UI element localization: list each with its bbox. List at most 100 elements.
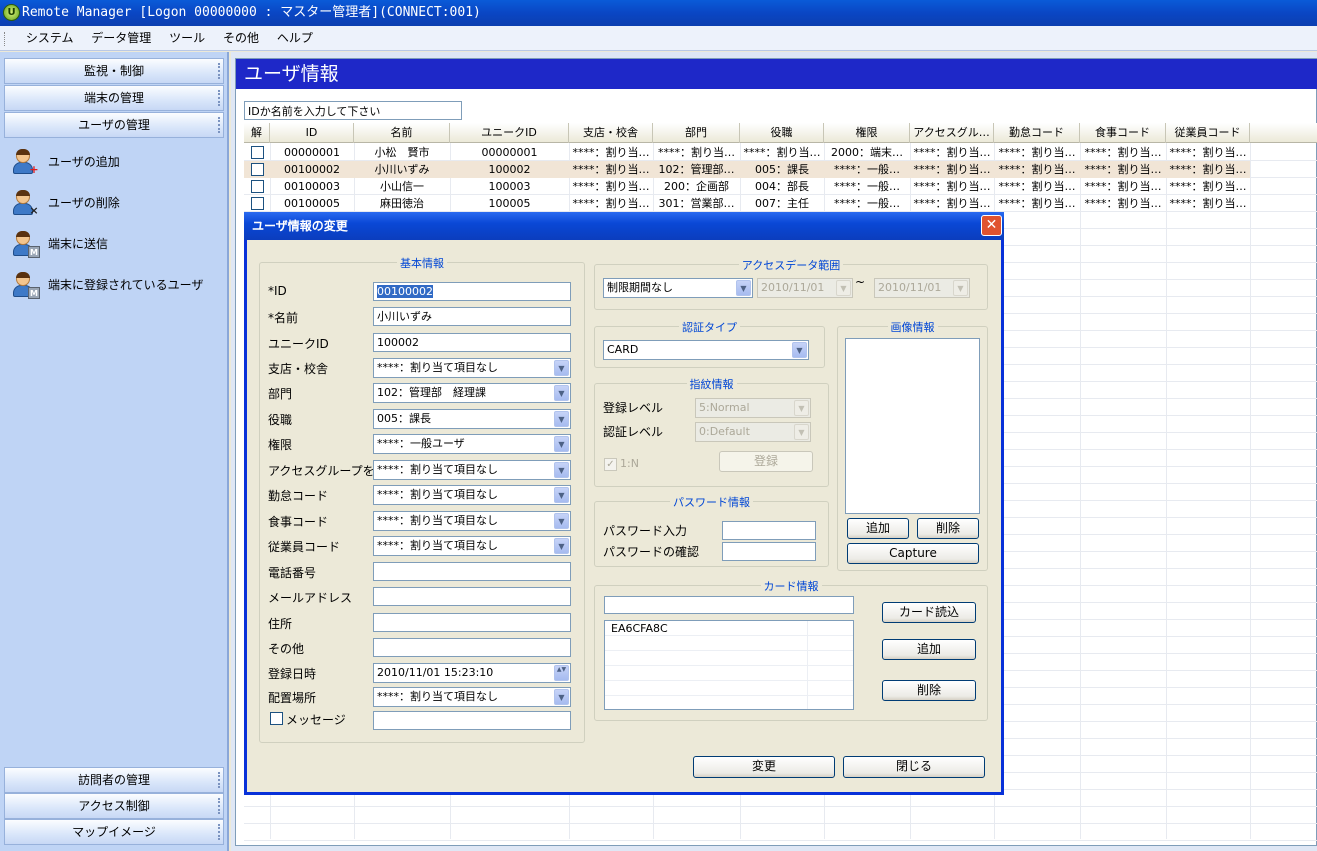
password-confirm-input[interactable] — [722, 542, 816, 561]
access-range-from-select[interactable]: 2010/11/01 ▼ — [757, 278, 853, 298]
field-input[interactable]: 小川いずみ — [373, 307, 571, 326]
column-header[interactable]: 役職 — [740, 123, 824, 143]
table-cell: ****：割り当… — [998, 180, 1076, 193]
message-field[interactable] — [373, 711, 571, 730]
chevron-down-icon: ▼ — [794, 400, 809, 416]
card-add-button[interactable]: 追加 — [882, 639, 976, 660]
column-header[interactable]: 権限 — [824, 123, 910, 143]
chevron-down-icon: ▼ — [953, 280, 968, 296]
card-read-button[interactable]: カード読込 — [882, 602, 976, 623]
register-level-select[interactable]: 5:Normal ▼ — [695, 398, 811, 418]
card-delete-button[interactable]: 削除 — [882, 680, 976, 701]
table-header: 解 ID 名前 ユニークID 支店・校舎 部門 役職 権限 アクセスグル… 勤怠コード 食事コード従… — [244, 123, 1317, 143]
field-label: ユニークID — [268, 337, 329, 351]
user-photo-box — [845, 338, 980, 514]
search-input[interactable] — [244, 101, 462, 120]
field-select[interactable]: ****：割り当て項目なし ▼ — [373, 687, 571, 707]
field-value: 2010/11/01 15:23:10 — [377, 666, 494, 679]
field-input[interactable] — [373, 587, 571, 606]
field-input[interactable] — [373, 638, 571, 657]
row-checkbox[interactable] — [251, 197, 264, 210]
message-checkbox[interactable] — [270, 712, 283, 725]
column-header[interactable]: 支店・校舎 — [569, 123, 653, 143]
row-checkbox[interactable] — [251, 163, 264, 176]
table-row[interactable]: 00100003 小山信一 100003 ****：割り当… 200：企画部 004：部長… — [244, 178, 1250, 195]
close-icon[interactable]: ✕ — [981, 215, 1002, 236]
table-row[interactable]: 00100005 麻田徳治 100005 ****：割り当… 301：営業部… 007：主… — [244, 195, 1250, 212]
table-row[interactable]: 00000001 小松 賢市 00000001 ****：割り当… ****：割り当… *… — [244, 144, 1250, 161]
sidebar-action-label: 端末に登録されているユーザ — [48, 278, 204, 292]
menu-other[interactable]: その他 — [216, 26, 266, 51]
field-value: ****：割り当て項目なし — [377, 463, 498, 476]
access-range-mode-select[interactable]: 制限期間なし ▼ — [603, 278, 753, 298]
image-delete-button[interactable]: 削除 — [917, 518, 979, 539]
field-label: 電話番号 — [268, 566, 317, 580]
list-item[interactable]: EA6CFA8C — [611, 622, 668, 635]
field-select[interactable]: ****：割り当て項目なし ▼ — [373, 485, 571, 505]
table-cell: ****：割り当… — [1169, 146, 1247, 159]
table-cell: 004：部長 — [755, 180, 809, 193]
auth-type-group: 認証タイプ CARD ▼ — [594, 321, 825, 368]
sidebar-section-monitor[interactable]: 監視・制御 — [4, 58, 224, 84]
window-title-bar: U Remote Manager [Logon 00000000 : マスター管… — [0, 0, 1317, 26]
field-select[interactable]: 102：管理部 経理課 ▼ — [373, 383, 571, 403]
fingerprint-register-button[interactable]: 登録 — [719, 451, 813, 472]
datetime-spinner[interactable]: 2010/11/01 15:23:10 ▲▼ — [373, 663, 571, 683]
field-input[interactable] — [373, 613, 571, 632]
password-input[interactable] — [722, 521, 816, 540]
table-cell: 005：課長 — [755, 163, 809, 176]
auth-type-select[interactable]: CARD ▼ — [603, 340, 809, 360]
sidebar-action-terminal-users[interactable]: M 端末に登録されているユーザ — [12, 270, 222, 300]
field-select[interactable]: ****：割り当て項目なし ▼ — [373, 511, 571, 531]
change-button[interactable]: 変更 — [693, 756, 835, 778]
sidebar-section-access[interactable]: アクセス制御 — [4, 793, 224, 819]
chevron-down-icon: ▼ — [554, 360, 569, 376]
table-row[interactable]: 00100002 小川いずみ 100002 ****：割り当… 102：管理部… 005：… — [244, 161, 1250, 178]
sidebar-section-map[interactable]: マップイメージ — [4, 819, 224, 845]
table-cell: 00000001 — [481, 146, 538, 159]
column-header[interactable]: 名前 — [354, 123, 450, 143]
image-add-button[interactable]: 追加 — [847, 518, 909, 539]
column-header[interactable]: ユニークID — [450, 123, 569, 143]
menu-grip — [4, 31, 7, 46]
auth-level-select[interactable]: 0:Default ▼ — [695, 422, 811, 442]
field-select[interactable]: ****：割り当て項目なし ▼ — [373, 358, 571, 378]
access-range-to-select[interactable]: 2010/11/01 ▼ — [874, 278, 970, 298]
field-select[interactable]: 005：課長 ▼ — [373, 409, 571, 429]
field-select[interactable]: ****：一般ユーザ ▼ — [373, 434, 571, 454]
image-capture-button[interactable]: Capture — [847, 543, 979, 564]
menu-data[interactable]: データ管理 — [84, 26, 158, 51]
card-number-input[interactable] — [604, 596, 854, 614]
close-button[interactable]: 閉じる — [843, 756, 985, 778]
fingerprint-group: 指紋情報 登録レベル 5:Normal ▼ 認証レベル 0:Default ▼ ✓ … — [594, 378, 829, 487]
column-header[interactable]: 従業員コード — [1166, 123, 1250, 143]
field-select[interactable]: ****：割り当て項目なし ▼ — [373, 460, 571, 480]
field-select[interactable]: ****：割り当て項目なし ▼ — [373, 536, 571, 556]
column-header[interactable]: 勤怠コード — [994, 123, 1080, 143]
row-checkbox[interactable] — [251, 146, 264, 159]
chevron-down-icon: ▼ — [554, 436, 569, 452]
sidebar-action-add-user[interactable]: + ユーザの追加 — [12, 147, 222, 177]
field-input[interactable]: 00100002 — [373, 282, 571, 301]
sidebar-action-delete-user[interactable]: × ユーザの削除 — [12, 188, 222, 218]
one-to-n-checkbox[interactable]: ✓ — [604, 458, 617, 471]
field-input[interactable] — [373, 562, 571, 581]
table-cell: ****：割り当… — [572, 163, 650, 176]
field-input[interactable]: 100002 — [373, 333, 571, 352]
sidebar-section-terminal[interactable]: 端末の管理 — [4, 85, 224, 111]
column-header[interactable]: ID — [270, 123, 354, 143]
row-checkbox[interactable] — [251, 180, 264, 193]
sidebar-section-user[interactable]: ユーザの管理 — [4, 112, 224, 138]
menu-system[interactable]: システム — [19, 26, 81, 51]
table-cell: ****：割り当… — [1084, 197, 1162, 210]
access-range-group: アクセスデータ範囲 制限期間なし ▼ 2010/11/01 ▼ ~ 2010/11/… — [594, 259, 988, 310]
field-label: 食事コード — [268, 515, 329, 529]
sidebar-section-visitor[interactable]: 訪問者の管理 — [4, 767, 224, 793]
column-header[interactable]: 解 — [244, 123, 270, 143]
column-header[interactable]: アクセスグル… — [910, 123, 994, 143]
sidebar-action-send-terminal[interactable]: M 端末に送信 — [12, 229, 222, 259]
column-header[interactable]: 食事コード — [1080, 123, 1166, 143]
menu-help[interactable]: ヘルプ — [270, 26, 320, 51]
menu-tools[interactable]: ツール — [162, 26, 212, 51]
column-header[interactable]: 部門 — [653, 123, 740, 143]
